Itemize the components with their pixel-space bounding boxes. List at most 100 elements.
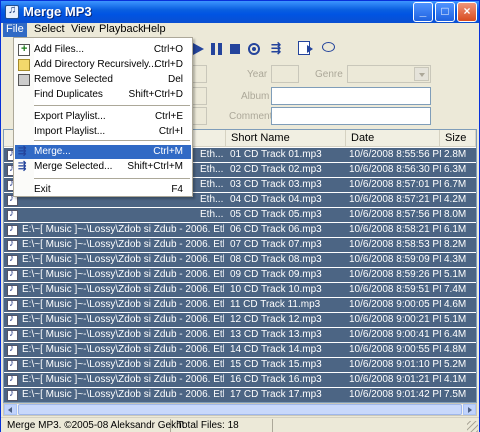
cell-date: 10/6/2008 8:57:21 PM xyxy=(349,194,441,205)
merge-selected-icon: ⇶ xyxy=(18,161,27,172)
table-row[interactable]: E:\~[ Music ]~-\Lossy\Zdob si Zdub - 200… xyxy=(4,223,476,238)
menu-item-shortcut: Ctrl+I xyxy=(158,126,183,137)
year-field[interactable] xyxy=(271,65,299,83)
menu-item-exit[interactable]: Exit F4 xyxy=(15,183,191,197)
cell-path: E:\~[ Music ]~-\Lossy\Zdob si Zdub - 200… xyxy=(22,314,224,325)
cell-path-tail: Eth... xyxy=(200,209,224,220)
menu-item-export-playlist[interactable]: Export Playlist... Ctrl+E xyxy=(15,110,191,124)
cell-short-name: 14 CD Track 14.mp3 xyxy=(230,344,322,355)
scroll-thumb[interactable] xyxy=(18,404,462,415)
table-row[interactable]: E:\~[ Music ]~-\Lossy\Zdob si Zdub - 200… xyxy=(4,238,476,253)
title-field[interactable] xyxy=(191,65,207,83)
comment-icon[interactable] xyxy=(322,42,335,52)
album-field[interactable] xyxy=(271,87,431,105)
chevron-down-icon[interactable] xyxy=(414,67,429,81)
track-field[interactable] xyxy=(191,107,207,125)
cell-path: E:\~[ Music ]~-\Lossy\Zdob si Zdub - 200… xyxy=(22,374,224,385)
menu-help[interactable]: Help xyxy=(140,23,169,37)
menu-item-label: Export Playlist... xyxy=(34,111,106,122)
resize-grip-icon[interactable] xyxy=(467,421,478,432)
record-icon[interactable] xyxy=(248,43,260,55)
menu-select[interactable]: Select xyxy=(31,23,68,37)
cell-path: E:\~[ Music ]~-\Lossy\Zdob si Zdub - 200… xyxy=(22,254,224,265)
table-row[interactable]: E:\~[ Music ]~-\Lossy\Zdob si Zdub - 200… xyxy=(4,253,476,268)
status-total-files: Total Files: 18 xyxy=(173,419,273,432)
cell-path-tail: Eth... xyxy=(200,149,224,160)
close-button[interactable]: × xyxy=(457,2,477,22)
merge-icon[interactable]: ⇶ xyxy=(271,41,286,56)
cell-path: E:\~[ Music ]~-\Lossy\Zdob si Zdub - 200… xyxy=(22,389,224,400)
genre-label: Genre xyxy=(315,69,343,80)
play-icon[interactable] xyxy=(193,43,204,55)
cell-short-name: 06 CD Track 06.mp3 xyxy=(230,224,322,235)
mp3-file-icon xyxy=(7,268,18,281)
horizontal-scrollbar[interactable] xyxy=(3,403,477,416)
status-about: Merge MP3. ©2005-08 Aleksandr Gekht xyxy=(3,419,184,432)
table-row[interactable]: E:\~[ Music ]~-\Lossy\Zdob si Zdub - 200… xyxy=(4,388,476,402)
year-label: Year xyxy=(247,69,268,80)
mp3-file-icon xyxy=(7,223,18,236)
cell-size: 6.7M xyxy=(444,179,467,190)
table-row[interactable]: E:\~[ Music ]~-\Lossy\Zdob si Zdub - 200… xyxy=(4,343,476,358)
table-row[interactable]: E:\~[ Music ]~-\Lossy\Zdob si Zdub - 200… xyxy=(4,373,476,388)
table-row[interactable]: E:\~[ Music ]~-\Lossy\Zdob si Zdub - 200… xyxy=(4,298,476,313)
menu-item-merge[interactable]: ⇶ Merge... Ctrl+M xyxy=(15,145,191,159)
table-row[interactable]: E:\~[ Music ]~-\Lossy\Zdob si Zdub - 200… xyxy=(4,328,476,343)
menu-separator xyxy=(34,105,190,106)
menu-item-find-duplicates[interactable]: Find Duplicates Shift+Ctrl+D xyxy=(15,88,191,102)
comment-field[interactable] xyxy=(271,107,431,125)
cell-size: 5.1M xyxy=(444,314,467,325)
column-header-date[interactable]: Date xyxy=(346,130,440,147)
menu-item-import-playlist[interactable]: Import Playlist... Ctrl+I xyxy=(15,125,191,139)
cell-path: E:\~[ Music ]~-\Lossy\Zdob si Zdub - 200… xyxy=(22,299,224,310)
mp3-file-icon xyxy=(7,373,18,386)
cell-date: 10/6/2008 8:58:53 PM xyxy=(349,239,441,250)
table-row[interactable]: E:\~[ Music ]~-\Lossy\Zdob si Zdub - 200… xyxy=(4,283,476,298)
column-header-short-name[interactable]: Short Name xyxy=(226,130,346,147)
table-row[interactable]: E:\~[ Music ]~-\Lossy\Zdob si Zdub - 200… xyxy=(4,268,476,283)
menu-item-shortcut: Del xyxy=(167,74,183,85)
column-header-size[interactable]: Size xyxy=(440,130,476,147)
menu-item-remove-selected[interactable]: Remove Selected Del xyxy=(15,73,191,87)
cell-short-name: 09 CD Track 09.mp3 xyxy=(230,269,322,280)
table-row[interactable]: E:\~[ Music ]~-\Lossy\Zdob si Zdub - 200… xyxy=(4,313,476,328)
cell-size: 4.2M xyxy=(444,194,467,205)
menu-item-shortcut: F4 xyxy=(171,184,183,195)
menu-item-merge-selected[interactable]: ⇶ Merge Selected... Shift+Ctrl+M xyxy=(15,160,191,174)
minimize-button[interactable]: _ xyxy=(413,2,433,22)
menu-bar: File Select View Playback Help xyxy=(1,23,479,37)
cell-short-name: 17 CD Track 17.mp3 xyxy=(230,389,322,400)
scroll-left-icon[interactable] xyxy=(4,404,17,415)
cell-date: 10/6/2008 9:00:55 PM xyxy=(349,344,441,355)
cell-size: 8.0M xyxy=(444,209,467,220)
table-row[interactable]: E:\~[ Music ]~-\Lossy\Zdob si Zdub - 200… xyxy=(4,358,476,373)
cell-size: 6.1M xyxy=(444,224,467,235)
pause-icon[interactable] xyxy=(211,43,222,55)
file-menu-dropdown: Add Files... Ctrl+O Add Directory Recursiv… xyxy=(13,37,193,197)
menu-view[interactable]: View xyxy=(68,23,98,37)
cell-date: 10/6/2008 8:59:26 PM xyxy=(349,269,441,280)
menu-file[interactable]: File xyxy=(3,23,27,37)
title-bar[interactable]: Merge MP3 _ □ × xyxy=(1,1,479,23)
genre-select[interactable] xyxy=(347,65,431,83)
menu-item-shortcut: Ctrl+D xyxy=(154,59,183,70)
table-row[interactable]: 05 CD Track 05.mp3 10/6/2008 8:57:56 PM8.… xyxy=(4,208,476,223)
cell-date: 10/6/2008 8:56:30 PM xyxy=(349,164,441,175)
stop-icon[interactable] xyxy=(230,44,240,54)
cell-size: 5.1M xyxy=(444,269,467,280)
cell-date: 10/6/2008 8:57:01 PM xyxy=(349,179,441,190)
folder-icon xyxy=(18,59,30,71)
menu-item-label: Merge... xyxy=(34,146,71,157)
export-icon[interactable] xyxy=(298,41,313,55)
app-icon xyxy=(5,4,19,19)
scroll-right-icon[interactable] xyxy=(463,404,476,415)
cell-path-tail: Eth... xyxy=(200,164,224,175)
cell-date: 10/6/2008 8:59:09 PM xyxy=(349,254,441,265)
menu-item-add-files[interactable]: Add Files... Ctrl+O xyxy=(15,42,191,57)
main-window: Merge MP3 _ □ × File Select View Playbac… xyxy=(0,0,480,432)
maximize-button[interactable]: □ xyxy=(435,2,455,22)
cell-size: 4.6M xyxy=(444,299,467,310)
artist-field[interactable] xyxy=(191,87,207,105)
menu-item-add-directory-recursively[interactable]: Add Directory Recursively... Ctrl+D xyxy=(15,58,191,72)
cell-path: E:\~[ Music ]~-\Lossy\Zdob si Zdub - 200… xyxy=(22,344,224,355)
